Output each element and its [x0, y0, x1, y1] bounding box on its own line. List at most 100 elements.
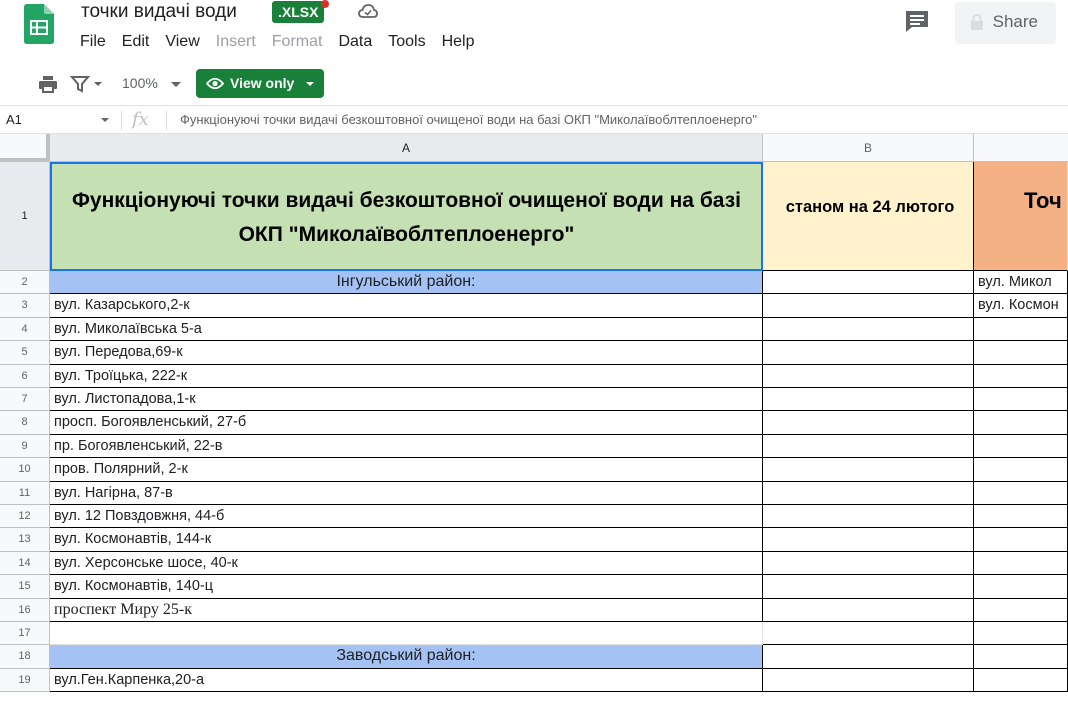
column-c-cell[interactable]: вул. Микол: [974, 271, 1068, 295]
date-cell[interactable]: [763, 505, 974, 529]
column-c-cell[interactable]: [974, 388, 1068, 412]
address-cell[interactable]: вул. Троїцька, 222-к: [50, 364, 763, 388]
date-cell[interactable]: [763, 528, 974, 552]
cell-b1-date[interactable]: станом на 24 лютого: [763, 162, 974, 271]
address-cell[interactable]: [50, 622, 763, 646]
row-header[interactable]: 11: [0, 481, 50, 505]
row-header[interactable]: 17: [0, 622, 50, 646]
address-cell[interactable]: вул. Космонавтів, 144-к: [50, 528, 763, 552]
column-c-cell[interactable]: [974, 364, 1068, 388]
column-c-cell[interactable]: [974, 551, 1068, 576]
select-all-corner[interactable]: [0, 134, 50, 162]
date-cell[interactable]: [763, 341, 974, 365]
address-cell[interactable]: вул. Нагірна, 87-в: [50, 481, 763, 505]
row-header[interactable]: 18: [0, 645, 50, 669]
row-header[interactable]: 5: [0, 341, 50, 365]
row-header[interactable]: 1: [0, 162, 50, 271]
column-c-cell[interactable]: [974, 458, 1068, 482]
address-cell[interactable]: вул. Казарського,2-к: [50, 294, 763, 318]
view-only-button[interactable]: View only: [196, 69, 324, 98]
column-c-cell[interactable]: вул. Космон: [974, 294, 1068, 318]
date-cell[interactable]: [763, 668, 974, 693]
column-header-b[interactable]: B: [763, 134, 974, 162]
menu-tools[interactable]: Tools: [388, 32, 433, 52]
name-box-dropdown-icon[interactable]: [101, 118, 109, 122]
district-header-cell[interactable]: Заводський район:: [50, 645, 763, 669]
row-header[interactable]: 9: [0, 434, 50, 459]
date-cell[interactable]: [763, 458, 974, 482]
document-title[interactable]: точки видачі води: [81, 0, 237, 24]
print-icon[interactable]: [38, 74, 58, 94]
row-header[interactable]: 19: [0, 668, 50, 693]
date-cell[interactable]: [763, 598, 974, 622]
column-c-cell[interactable]: [974, 341, 1068, 365]
filter-dropdown-icon[interactable]: [92, 74, 104, 94]
address-cell[interactable]: пров. Полярний, 2-к: [50, 458, 763, 482]
column-header-c[interactable]: [974, 134, 1068, 162]
sheets-logo-icon[interactable]: [24, 4, 54, 44]
address-cell[interactable]: вул. Космонавтів, 140-ц: [50, 575, 763, 599]
menu-data[interactable]: Data: [338, 32, 380, 52]
column-c-cell[interactable]: [974, 481, 1068, 505]
address-cell[interactable]: вул.Ген.Карпенка,20-а: [50, 668, 763, 693]
address-cell[interactable]: вул. 12 Повздовжня, 44-б: [50, 505, 763, 529]
row-header[interactable]: 4: [0, 317, 50, 342]
cloud-status-icon[interactable]: [358, 2, 378, 20]
address-cell[interactable]: вул. Миколаївська 5-а: [50, 317, 763, 342]
address-cell[interactable]: вул. Передова,69-к: [50, 341, 763, 365]
date-cell[interactable]: [763, 411, 974, 435]
address-cell[interactable]: вул. Листопадова,1-к: [50, 388, 763, 412]
row-header[interactable]: 2: [0, 271, 50, 295]
date-cell[interactable]: [763, 317, 974, 342]
zoom-dropdown-icon[interactable]: [171, 82, 181, 87]
row-header[interactable]: 8: [0, 411, 50, 435]
row-header[interactable]: 15: [0, 575, 50, 599]
menu-view[interactable]: View: [165, 32, 207, 52]
menu-format[interactable]: Format: [272, 32, 331, 52]
zoom-select[interactable]: 100%: [122, 75, 158, 91]
row-header[interactable]: 7: [0, 388, 50, 412]
date-cell[interactable]: [763, 294, 974, 318]
menu-help[interactable]: Help: [442, 32, 483, 52]
column-header-a[interactable]: A: [50, 134, 763, 162]
date-cell[interactable]: [763, 388, 974, 412]
row-header[interactable]: 12: [0, 505, 50, 529]
comments-icon[interactable]: [904, 9, 930, 33]
address-cell[interactable]: пр. Богоявленський, 22-в: [50, 434, 763, 459]
address-cell[interactable]: просп. Богоявленський, 27-б: [50, 411, 763, 435]
address-cell[interactable]: проспект Миру 25-к: [50, 598, 763, 622]
column-c-cell[interactable]: [974, 668, 1068, 693]
column-c-cell[interactable]: [974, 434, 1068, 459]
cell-a1-title[interactable]: Функціонуючі точки видачі безкоштовної о…: [50, 162, 763, 271]
menu-file[interactable]: File: [80, 32, 114, 52]
column-c-cell[interactable]: [974, 622, 1068, 646]
date-cell[interactable]: [763, 551, 974, 576]
date-cell[interactable]: [763, 364, 974, 388]
row-header[interactable]: 3: [0, 294, 50, 318]
column-c-cell[interactable]: [974, 528, 1068, 552]
row-header[interactable]: 13: [0, 528, 50, 552]
share-button[interactable]: Share: [955, 2, 1056, 44]
menu-edit[interactable]: Edit: [122, 32, 158, 52]
date-cell[interactable]: [763, 434, 974, 459]
column-c-cell[interactable]: [974, 645, 1068, 669]
column-c-cell[interactable]: [974, 411, 1068, 435]
date-cell[interactable]: [763, 575, 974, 599]
column-c-cell[interactable]: [974, 598, 1068, 622]
row-header[interactable]: 16: [0, 598, 50, 622]
date-cell[interactable]: [763, 645, 974, 669]
cell-c1-header[interactable]: Точ: [974, 162, 1068, 271]
column-c-cell[interactable]: [974, 575, 1068, 599]
date-cell[interactable]: [763, 622, 974, 646]
menu-insert[interactable]: Insert: [216, 32, 264, 52]
column-c-cell[interactable]: [974, 505, 1068, 529]
district-header-cell[interactable]: Інгульський район:: [50, 271, 763, 295]
row-header[interactable]: 6: [0, 364, 50, 388]
column-c-cell[interactable]: [974, 317, 1068, 342]
formula-input[interactable]: Функціонуючі точки видачі безкоштовної о…: [180, 112, 757, 127]
row-header[interactable]: 14: [0, 551, 50, 576]
filter-icon[interactable]: [70, 74, 90, 94]
row-header[interactable]: 10: [0, 458, 50, 482]
address-cell[interactable]: вул. Херсонське шосе, 40-к: [50, 551, 763, 576]
name-box[interactable]: A1: [6, 112, 22, 127]
